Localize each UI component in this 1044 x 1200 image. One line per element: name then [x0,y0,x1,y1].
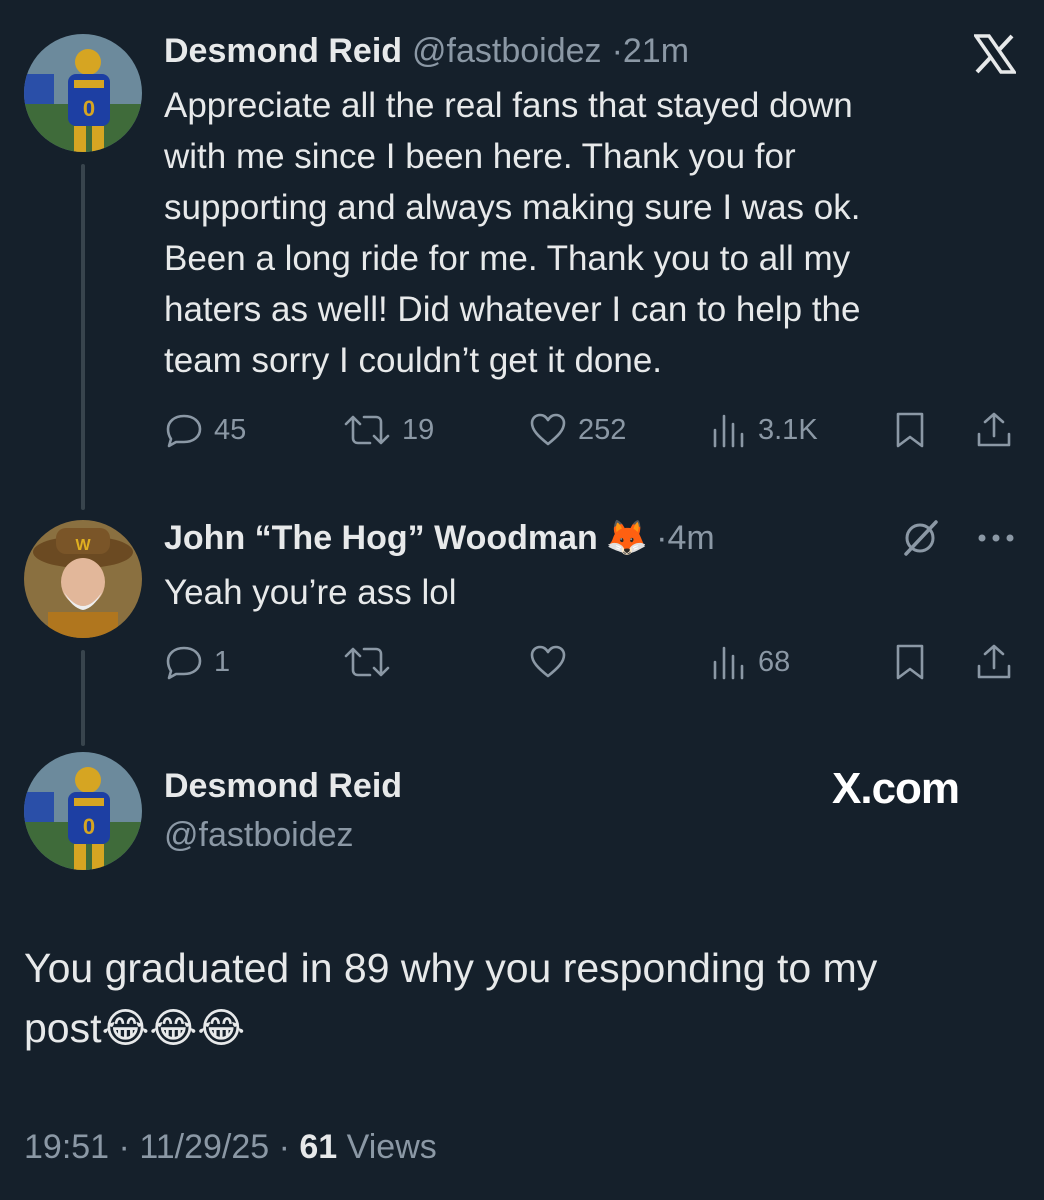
like-button[interactable]: 252 [528,410,626,450]
more-icon[interactable] [976,530,1016,551]
tweet-line: supporting and always making sure I was … [164,188,861,227]
views-count: 68 [758,645,791,678]
x-logo-icon [972,34,1018,79]
share-icon [977,412,1011,447]
share-icon [977,644,1011,679]
like-button[interactable] [528,642,568,682]
bookmark-icon [896,644,924,680]
tweet-time[interactable]: ·4m [656,519,715,558]
thread-line [81,650,85,746]
fox-emoji: 🦊 [605,519,649,557]
grok-icon[interactable] [900,518,940,563]
views-button[interactable]: 3.1K [708,410,818,450]
thread-line [81,164,85,510]
author-handle[interactable]: @fastboidez [164,816,354,855]
avatar[interactable]: 0 [24,752,142,870]
reply-icon [166,646,202,680]
tweet-footer: 19:51 · 11/29/25 · 61 Views [24,1128,437,1166]
like-icon [530,413,566,446]
tweet-date[interactable]: 11/29/25 [139,1128,269,1166]
like-count: 252 [578,413,627,446]
tweet-body: You graduated in 89 why you responding t… [24,938,1024,1058]
author-name[interactable]: Desmond Reid [164,767,402,806]
views-label: Views [346,1128,437,1166]
tweet-line: You graduated in 89 why you responding t… [24,945,878,991]
views-icon [713,646,744,680]
bookmark-button[interactable] [890,410,930,450]
repost-count: 19 [402,413,435,446]
reply-count: 45 [214,413,247,446]
tweet-body: Appreciate all the real fans that stayed… [164,80,1024,386]
tweet-line: haters as well! Did whatever I can to he… [164,290,861,329]
tweet-line: Been a long ride for me. Thank you to al… [164,239,851,278]
tweet-time[interactable]: ·21m [612,32,689,71]
share-button[interactable] [974,642,1014,682]
views-icon [713,414,744,448]
tweet-line: post😂😂😂 [24,1005,246,1051]
bookmark-button[interactable] [890,642,930,682]
svg-text:W: W [75,537,91,554]
reply-button[interactable]: 1 [164,642,230,682]
bookmark-icon [896,412,924,448]
repost-icon [344,415,390,445]
svg-text:0: 0 [83,814,95,839]
author-name[interactable]: John “The Hog” Woodman [164,519,598,558]
repost-button[interactable]: 19 [342,410,434,450]
tweet-line: with me since I been here. Thank you for [164,137,796,176]
reply-button[interactable]: 45 [164,410,246,450]
tweet-body: Yeah you’re ass lol [164,573,457,612]
reply-icon [166,414,202,448]
author-handle[interactable]: @fastboidez [412,32,602,71]
tweet-line: team sorry I couldn’t get it done. [164,341,663,380]
views-count: 3.1K [758,413,818,446]
avatar[interactable]: 0 [24,34,142,152]
author-name[interactable]: Desmond Reid [164,32,402,71]
tweet-time[interactable]: 19:51 [24,1128,109,1166]
repost-button[interactable] [342,642,392,682]
avatar[interactable]: W [24,520,142,638]
repost-icon [344,647,390,677]
svg-text:0: 0 [83,96,95,121]
tweet-line: Appreciate all the real fans that stayed… [164,86,853,125]
views-button[interactable]: 68 [708,642,790,682]
brand-watermark: X.com [832,764,960,813]
reply-count: 1 [214,645,231,678]
like-icon [530,645,566,678]
share-button[interactable] [974,410,1014,450]
views-count[interactable]: 61 [299,1128,337,1166]
